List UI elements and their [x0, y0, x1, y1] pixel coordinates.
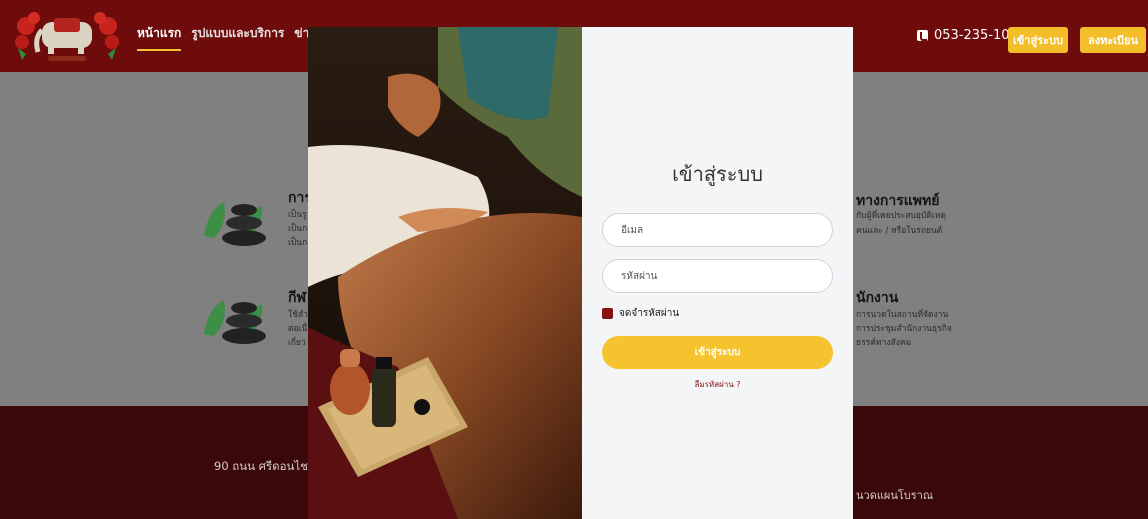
footer-address: 90 ถนน ศรีดอนไชย [214, 459, 315, 473]
login-modal: เข้าสู่ระบบ อีเมล รหัสผ่าน จดจำรหัสผ่าน … [308, 27, 853, 519]
forgot-password-link[interactable]: ลืมรหัสผ่าน ? [582, 378, 853, 391]
remember-me[interactable]: จดจำรหัสผ่าน [602, 306, 679, 321]
service-title: กีฬ [288, 290, 307, 306]
elephant-logo[interactable] [12, 8, 122, 64]
service-desc-line: เป็นก [288, 224, 308, 234]
login-submit-button[interactable]: เข้าสู่ระบบ [602, 336, 833, 369]
modal-title: เข้าสู่ระบบ [672, 162, 763, 186]
remember-checkbox[interactable] [602, 308, 613, 319]
header-login-button[interactable]: เข้าสู่ระบบ [1008, 27, 1068, 53]
service-desc-line: กับผู้ที่เคยประสบอุบัติเหตุ [856, 211, 946, 221]
service-desc-line: ธรรค์ทางสังคม [856, 338, 912, 348]
service-desc-line: ใช้สำ [288, 310, 308, 320]
service-desc-line: คนและ / หรือในรถยนต์ [856, 226, 943, 236]
service-desc-line: การประชุมสำนักงานธุรกิจ [856, 324, 952, 334]
service-desc-line: เกี่ยว [288, 338, 306, 348]
service-desc-line: เป็นก [288, 238, 308, 248]
service-desc-line: ต่อเนื่ [288, 324, 308, 334]
phone-number: 053-235-107 [934, 28, 1018, 43]
service-title: ทางการแพทย์ [856, 193, 940, 209]
service-title: นักงาน [856, 290, 899, 306]
service-desc-line: การนวดในสถานที่จัดงาน [856, 310, 949, 320]
nav-services[interactable]: รูปแบบและบริการ [191, 24, 284, 51]
remember-label: จดจำรหัสผ่าน [619, 308, 680, 319]
nav-home[interactable]: หน้าแรก [137, 24, 182, 51]
phone-icon [917, 30, 928, 41]
service-desc-line: เป็นรู [288, 210, 307, 220]
password-input[interactable]: รหัสผ่าน [602, 259, 833, 293]
footer-text: นวดแผนโบราณ [856, 489, 934, 502]
login-form: เข้าสู่ระบบ อีเมล รหัสผ่าน จดจำรหัสผ่าน … [582, 27, 853, 519]
phone-contact[interactable]: 053-235-107 [917, 28, 1018, 43]
spa-stones-icon [204, 300, 266, 344]
massage-photo [308, 27, 582, 519]
email-input[interactable]: อีเมล [602, 213, 833, 247]
header-register-button[interactable]: ลงทะเบียน [1080, 27, 1146, 53]
spa-stones-icon [204, 202, 266, 246]
